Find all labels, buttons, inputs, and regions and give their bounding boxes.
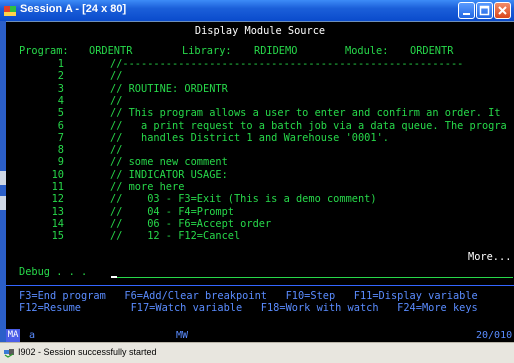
terminal-app-icon[interactable] <box>4 4 17 17</box>
line-number: 4 <box>57 94 64 107</box>
library-label: Library: <box>182 45 232 57</box>
maximize-icon <box>479 5 490 16</box>
status-bar: I902 - Session successfully started <box>0 342 514 363</box>
source-line: // a print request to a batch job via a … <box>110 119 507 132</box>
debug-label: Debug . . . <box>19 266 88 278</box>
source-line: // <box>110 144 123 157</box>
source-line: // ROUTINE: ORDENTR <box>110 82 228 95</box>
source-line: // some new comment <box>110 156 228 169</box>
line-number: 14 <box>51 217 64 230</box>
minimize-button[interactable] <box>458 2 475 19</box>
line-number: 6 <box>57 119 64 132</box>
line-number: 1 <box>57 58 64 70</box>
separator <box>6 285 514 286</box>
status-text: I902 - Session successfully started <box>18 347 157 357</box>
source-line: // <box>110 94 123 107</box>
module-value: ORDENTR <box>410 45 454 57</box>
minimize-icon <box>463 13 470 15</box>
window-title: Session A - [24 x 80] <box>20 3 127 15</box>
source-line: // INDICATOR USAGE: <box>110 168 228 181</box>
line-number: 8 <box>57 144 64 157</box>
line-number: 7 <box>57 131 64 144</box>
screen-header: Display Module Source <box>194 25 326 37</box>
emulator-window: Session A - [24 x 80] Display Module Sou… <box>0 0 514 363</box>
source-line: //--------------------------------------… <box>110 58 464 70</box>
source-line: // This program allows a user to enter a… <box>110 107 501 120</box>
line-number: 15 <box>51 230 64 243</box>
line-number: 3 <box>57 82 64 95</box>
line-number: 2 <box>57 70 64 83</box>
line-number: 12 <box>51 193 64 206</box>
program-label: Program: <box>19 45 69 57</box>
module-label: Module: <box>345 45 389 57</box>
title-bar[interactable]: Session A - [24 x 80] <box>0 0 514 21</box>
more-indicator: More... <box>468 251 512 263</box>
program-value: ORDENTR <box>89 45 133 57</box>
maximize-button[interactable] <box>476 2 493 19</box>
close-button[interactable] <box>494 2 511 19</box>
source-line: // <box>110 70 123 83</box>
mw-indicator: MW <box>176 330 189 341</box>
debug-input[interactable] <box>117 277 513 278</box>
session-status-icon <box>4 349 14 358</box>
line-number: 13 <box>51 205 64 218</box>
function-keys-row-1[interactable]: F3=End program F6=Add/Clear breakpoint F… <box>19 291 478 302</box>
source-line: // 06 - F6=Accept order <box>110 217 272 230</box>
source-line: // 03 - F3=Exit (This is a demo comment) <box>110 193 377 206</box>
cursor-position: 20/010 <box>476 330 513 341</box>
terminal-screen[interactable]: Display Module Source Program: ORDENTR L… <box>6 22 514 329</box>
session-indicator: a <box>29 330 36 341</box>
line-number: 10 <box>51 168 64 181</box>
function-keys-row-2[interactable]: F12=Resume F17=Watch variable F18=Work w… <box>19 303 478 314</box>
source-line: // more here <box>110 181 185 193</box>
source-line: // 04 - F4=Prompt <box>110 205 234 218</box>
source-line: // 12 - F12=Cancel <box>110 230 241 243</box>
line-number: 11 <box>51 181 64 193</box>
close-icon <box>498 6 507 15</box>
operator-info-area: MA a MW 20/010 <box>6 329 514 342</box>
ma-indicator: MA <box>6 329 20 342</box>
source-line: // handles District 1 and Warehouse '000… <box>110 131 389 144</box>
line-number: 9 <box>57 156 64 169</box>
line-number: 5 <box>57 107 64 120</box>
library-value: RDIDEMO <box>254 45 298 57</box>
